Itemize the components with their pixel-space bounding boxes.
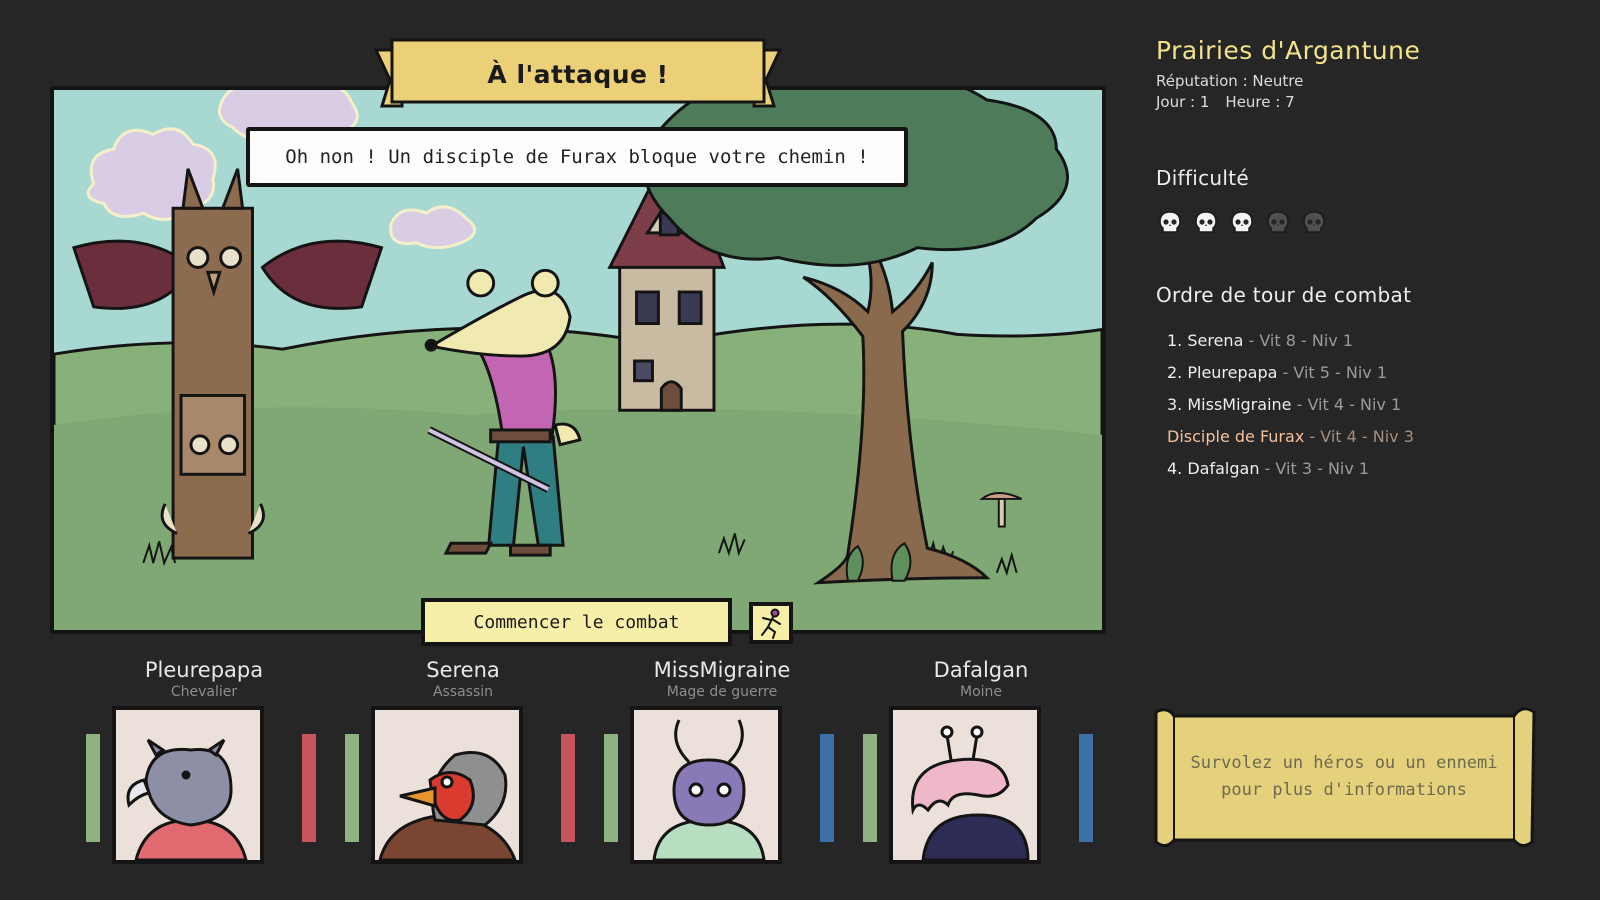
skull-icon-empty <box>1303 211 1325 233</box>
hero-card-dafalgan[interactable]: Dafalgan Moine <box>861 658 1101 868</box>
location-meta: Réputation : Neutre Jour : 1 Heure : 7 <box>1156 71 1576 113</box>
encounter-title: À l'attaque ! <box>487 59 669 89</box>
hero-portrait[interactable] <box>371 706 523 864</box>
start-combat-button[interactable]: Commencer le combat <box>421 598 732 646</box>
rhino-knight-portrait <box>126 738 248 860</box>
hero-class: Moine <box>959 684 1003 700</box>
info-hint-text: Survolez un héros ou un ennemi pour plus… <box>1190 753 1498 800</box>
running-man-icon <box>761 608 781 639</box>
turn-order-list: 1. Serena - Vit 8 - Niv 1 2. Pleurepapa … <box>1167 330 1414 490</box>
robin-assassin-portrait <box>378 751 517 860</box>
skull-icon-filled <box>1159 211 1181 233</box>
turn-order-entry[interactable]: 2. Pleurepapa - Vit 5 - Niv 1 <box>1167 362 1414 394</box>
hero-health-bar <box>604 734 618 842</box>
turn-order-entry-enemy[interactable]: Disciple de Furax - Vit 4 - Niv 3 <box>1167 426 1414 458</box>
hero-resource-bar <box>820 734 834 842</box>
info-scroll: Survolez un héros ou un ennemi pour plus… <box>1146 704 1542 850</box>
hero-health-bar <box>863 734 877 842</box>
hero-health-bar <box>345 734 359 842</box>
turn-order-entry[interactable]: 1. Serena - Vit 8 - Niv 1 <box>1167 330 1414 362</box>
hero-name: Pleurepapa <box>144 658 264 682</box>
skull-icon-filled <box>1195 211 1217 233</box>
hero-class: Mage de guerre <box>666 684 778 700</box>
time-text: Jour : 1 Heure : 7 <box>1156 92 1576 113</box>
beetle-mage-portrait <box>652 719 766 860</box>
hero-name: Serena <box>426 658 500 682</box>
reputation-text: Réputation : Neutre <box>1156 72 1304 90</box>
hero-resource-bar <box>561 734 575 842</box>
hero-name: Dafalgan <box>933 658 1029 682</box>
hero-class: Chevalier <box>170 684 238 700</box>
hero-portrait[interactable] <box>889 706 1041 864</box>
hero-resource-bar <box>302 734 316 842</box>
hero-card-pleurepapa[interactable]: Pleurepapa Chevalier <box>84 658 324 868</box>
skull-icon-empty <box>1267 211 1289 233</box>
turn-order-entry[interactable]: 3. MissMigraine - Vit 4 - Niv 1 <box>1167 394 1414 426</box>
day-text: Jour : 1 <box>1156 93 1210 111</box>
hero-resource-bar <box>1079 734 1093 842</box>
location-title: Prairies d'Argantune <box>1156 36 1421 65</box>
hour-text: Heure : 7 <box>1225 93 1295 111</box>
hero-name: MissMigraine <box>653 658 791 682</box>
difficulty-rating <box>1157 210 1327 234</box>
difficulty-title: Difficulté <box>1156 166 1249 190</box>
location-panel: Prairies d'Argantune Réputation : Neutre… <box>1156 36 1576 113</box>
turn-order-title: Ordre de tour de combat <box>1156 283 1412 307</box>
hero-portrait[interactable] <box>630 706 782 864</box>
flee-button[interactable] <box>749 602 793 644</box>
turn-order-entry[interactable]: 4. Dafalgan - Vit 3 - Niv 1 <box>1167 458 1414 490</box>
encounter-dialogue: Oh non ! Un disciple de Furax bloque vot… <box>246 127 908 187</box>
hero-card-serena[interactable]: Serena Assassin <box>343 658 583 868</box>
hero-card-missmigraine[interactable]: MissMigraine Mage de guerre <box>602 658 842 868</box>
slug-monk-portrait <box>911 725 1030 860</box>
hero-portrait[interactable] <box>112 706 264 864</box>
encounter-title-banner: À l'attaque ! <box>372 36 784 116</box>
skull-icon-filled <box>1231 211 1253 233</box>
hero-class: Assassin <box>432 684 494 700</box>
hero-health-bar <box>86 734 100 842</box>
